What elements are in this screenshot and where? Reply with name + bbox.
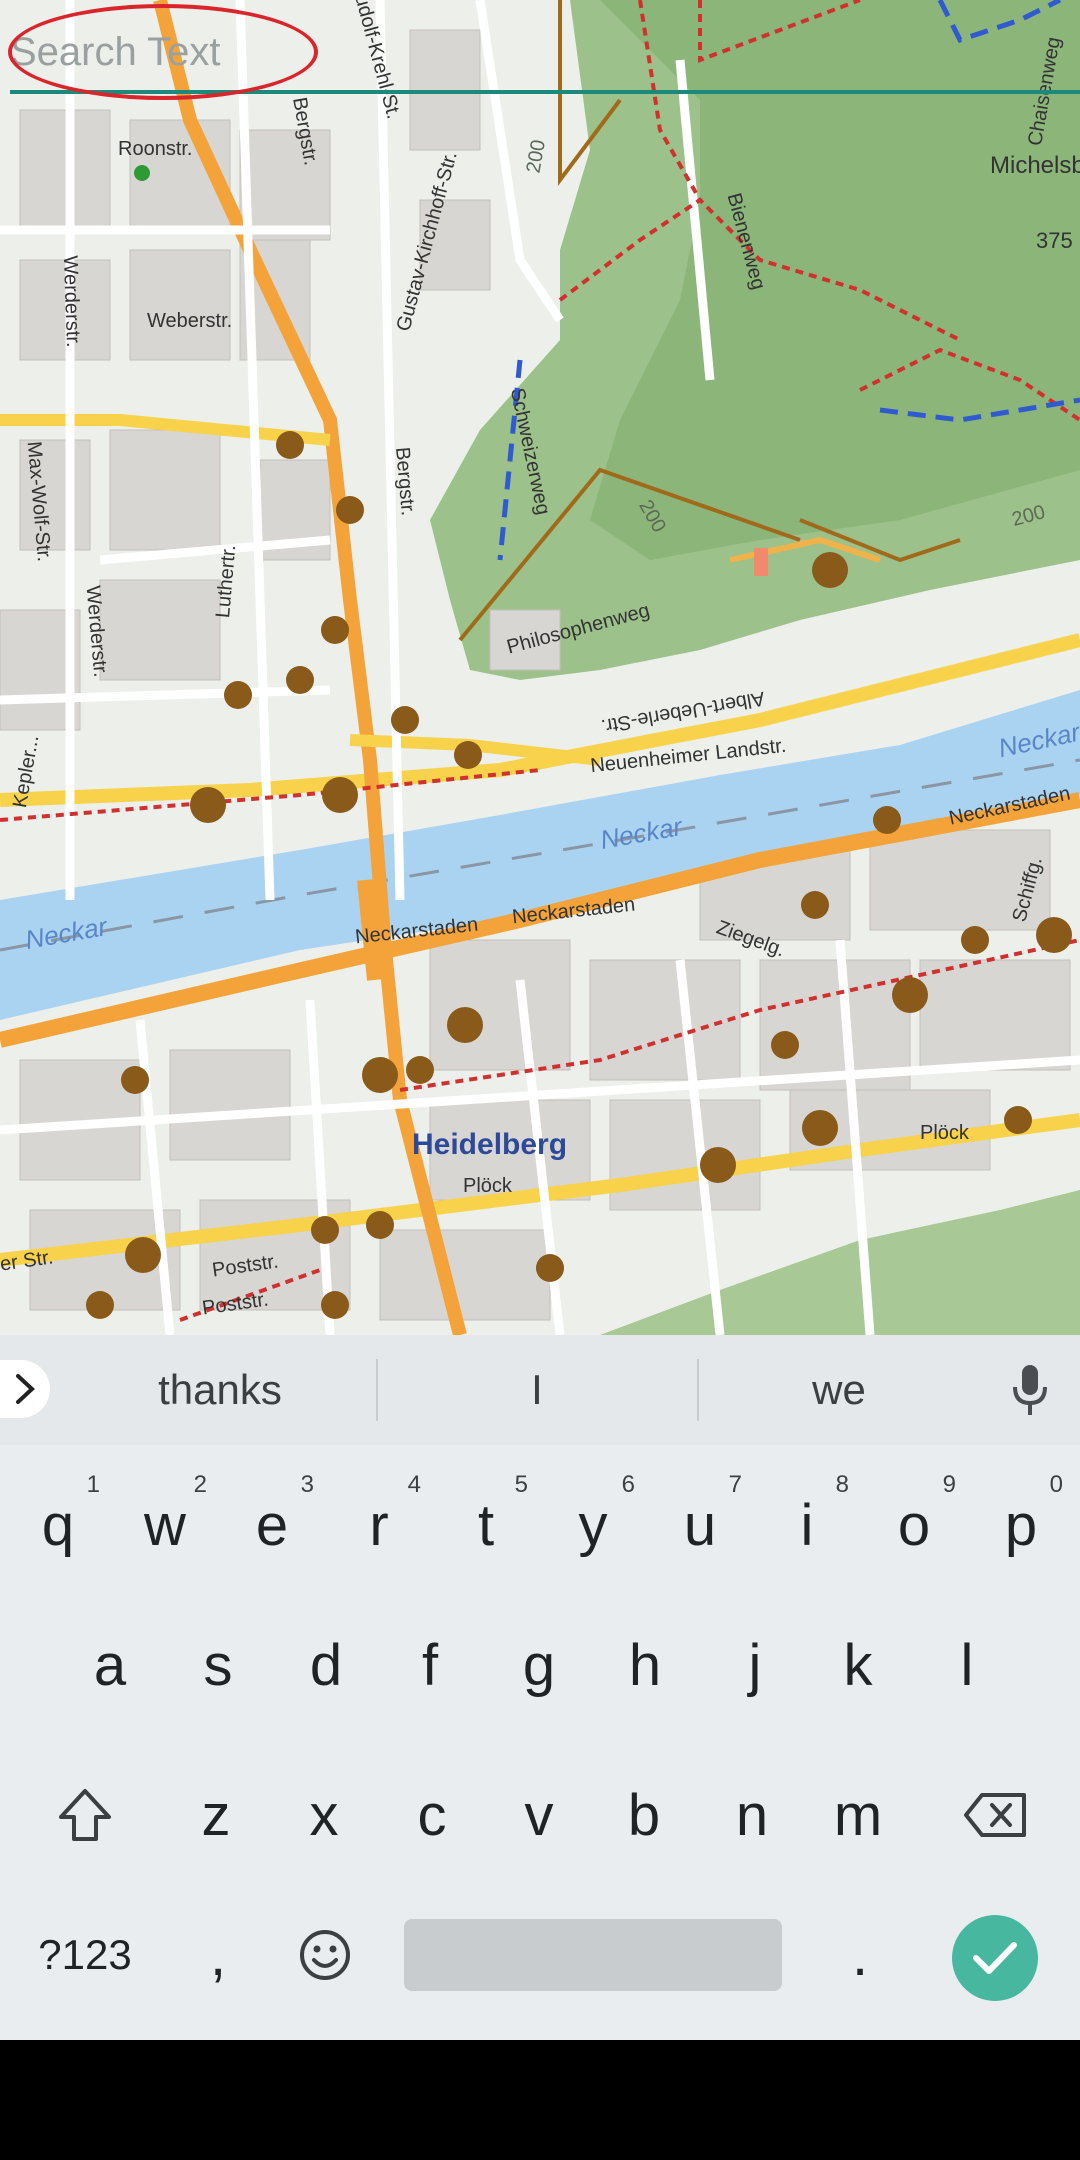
map-street-label: Weberstr.: [147, 310, 233, 332]
period-key[interactable]: .: [810, 1895, 910, 2015]
space-bar[interactable]: [404, 1919, 782, 1991]
system-nav-bar: [0, 2040, 1080, 2160]
suggestion-strip: thanks I we: [0, 1335, 1080, 1445]
key-b[interactable]: b: [592, 1755, 696, 1875]
symbols-key[interactable]: ?123: [20, 1895, 150, 2015]
key-label: i: [800, 1492, 814, 1558]
key-s[interactable]: s: [166, 1605, 270, 1725]
microphone-icon[interactable]: [1010, 1363, 1050, 1419]
key-label: e: [255, 1492, 289, 1558]
chevron-right-icon[interactable]: [0, 1360, 50, 1418]
key-hint: 1: [86, 1471, 100, 1498]
key-r[interactable]: r4: [329, 1465, 429, 1585]
check-icon[interactable]: [952, 1915, 1038, 2001]
key-y[interactable]: y6: [543, 1465, 643, 1585]
key-q[interactable]: q1: [8, 1465, 108, 1585]
key-c[interactable]: c: [380, 1755, 484, 1875]
key-hint: 5: [514, 1471, 528, 1498]
key-hint: 6: [621, 1471, 635, 1498]
key-a[interactable]: a: [58, 1605, 162, 1725]
key-label: q: [41, 1492, 75, 1558]
key-label: o: [897, 1492, 931, 1558]
key-hint: 8: [835, 1471, 849, 1498]
map-view[interactable]: Heidelberg Neckar Neckar Neckar Ludolf-K…: [0, 0, 1080, 1335]
key-i[interactable]: i8: [757, 1465, 857, 1585]
shift-icon[interactable]: [30, 1755, 140, 1875]
key-m[interactable]: m: [806, 1755, 910, 1875]
key-hint: 4: [407, 1471, 421, 1498]
key-k[interactable]: k: [806, 1605, 910, 1725]
map-elevation-label: 375: [1036, 228, 1073, 253]
backspace-icon[interactable]: [940, 1755, 1050, 1875]
key-hint: 3: [300, 1471, 314, 1498]
key-hint: 0: [1049, 1471, 1063, 1498]
key-z[interactable]: z: [164, 1755, 268, 1875]
key-e[interactable]: e3: [222, 1465, 322, 1585]
key-g[interactable]: g: [487, 1605, 591, 1725]
key-label: p: [1004, 1492, 1038, 1558]
key-x[interactable]: x: [272, 1755, 376, 1875]
key-t[interactable]: t5: [436, 1465, 536, 1585]
key-w[interactable]: w2: [115, 1465, 215, 1585]
suggestion-1[interactable]: thanks: [70, 1360, 370, 1420]
key-hint: 9: [942, 1471, 956, 1498]
key-label: y: [578, 1492, 608, 1558]
map-street-label: Werderstr.: [58, 255, 85, 348]
key-v[interactable]: v: [487, 1755, 591, 1875]
key-label: t: [477, 1492, 495, 1558]
suggestion-3[interactable]: we: [699, 1360, 979, 1420]
map-street-label: Plöck: [463, 1175, 512, 1197]
key-p[interactable]: p0: [971, 1465, 1071, 1585]
key-h[interactable]: h: [593, 1605, 697, 1725]
search-input[interactable]: [10, 22, 910, 82]
search-bar: [0, 0, 1080, 100]
key-hint: 7: [728, 1471, 742, 1498]
map-street-label: Plöck: [920, 1122, 969, 1144]
comma-key[interactable]: ,: [168, 1895, 268, 2015]
key-label: w: [144, 1492, 186, 1558]
emoji-icon[interactable]: [275, 1895, 375, 2015]
map-street-label: Roonstr.: [118, 138, 193, 160]
key-o[interactable]: o9: [864, 1465, 964, 1585]
key-n[interactable]: n: [700, 1755, 804, 1875]
key-u[interactable]: u7: [650, 1465, 750, 1585]
map-city-label: Heidelberg: [412, 1128, 568, 1161]
soft-keyboard: thanks I we q1 w2 e3 r4 t5 y6 u7 i8 o9 p…: [0, 1335, 1080, 2040]
key-j[interactable]: j: [703, 1605, 807, 1725]
key-d[interactable]: d: [274, 1605, 378, 1725]
suggestion-2[interactable]: I: [378, 1360, 696, 1420]
key-f[interactable]: f: [378, 1605, 482, 1725]
search-underline: [10, 90, 1080, 94]
key-label: r: [369, 1492, 389, 1558]
key-label: u: [683, 1492, 717, 1558]
key-hint: 2: [193, 1471, 207, 1498]
key-l[interactable]: l: [915, 1605, 1019, 1725]
map-place-label: Michelsb: [990, 152, 1080, 179]
